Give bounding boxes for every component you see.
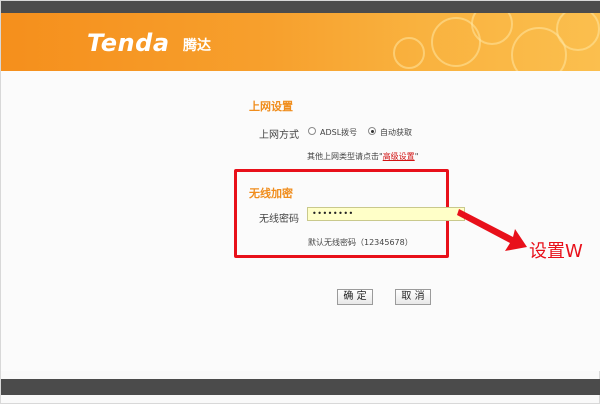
radio-adsl[interactable] [308, 127, 316, 135]
wireless-section-title: 无线加密 [249, 187, 293, 200]
cancel-button[interactable]: 取 消 [395, 289, 431, 305]
page-frame: Tenda 腾达 上网设置 上网方式 ADSL拨号 自动获取 其他上网类型请点击… [0, 0, 600, 404]
internet-mode-label: 上网方式 [259, 130, 299, 141]
internet-section-title: 上网设置 [249, 100, 293, 113]
top-bar [1, 1, 600, 13]
radio-auto[interactable] [368, 127, 376, 135]
decor-bubble [393, 37, 425, 69]
arrow-icon [457, 209, 527, 251]
ok-button[interactable]: 确 定 [337, 289, 373, 305]
bottom-bar [1, 379, 600, 395]
decor-bubble [556, 13, 600, 51]
tenda-logo-cn: 腾达 [183, 38, 211, 54]
other-types-text: 其他上网类型请点击"高级设置" [307, 152, 419, 161]
default-password-hint: 默认无线密码（12345678） [308, 238, 413, 247]
wireless-password-label: 无线密码 [259, 214, 299, 225]
annotation-text: 设置W [529, 241, 583, 262]
tenda-logo: Tenda [87, 29, 170, 57]
radio-auto-label: 自动获取 [380, 128, 412, 137]
header-banner: Tenda 腾达 [1, 13, 600, 71]
radio-adsl-label: ADSL拨号 [320, 128, 358, 137]
wireless-password-input[interactable]: •••••••• [307, 207, 465, 221]
advanced-settings-link[interactable]: 高级设置 [383, 152, 415, 161]
